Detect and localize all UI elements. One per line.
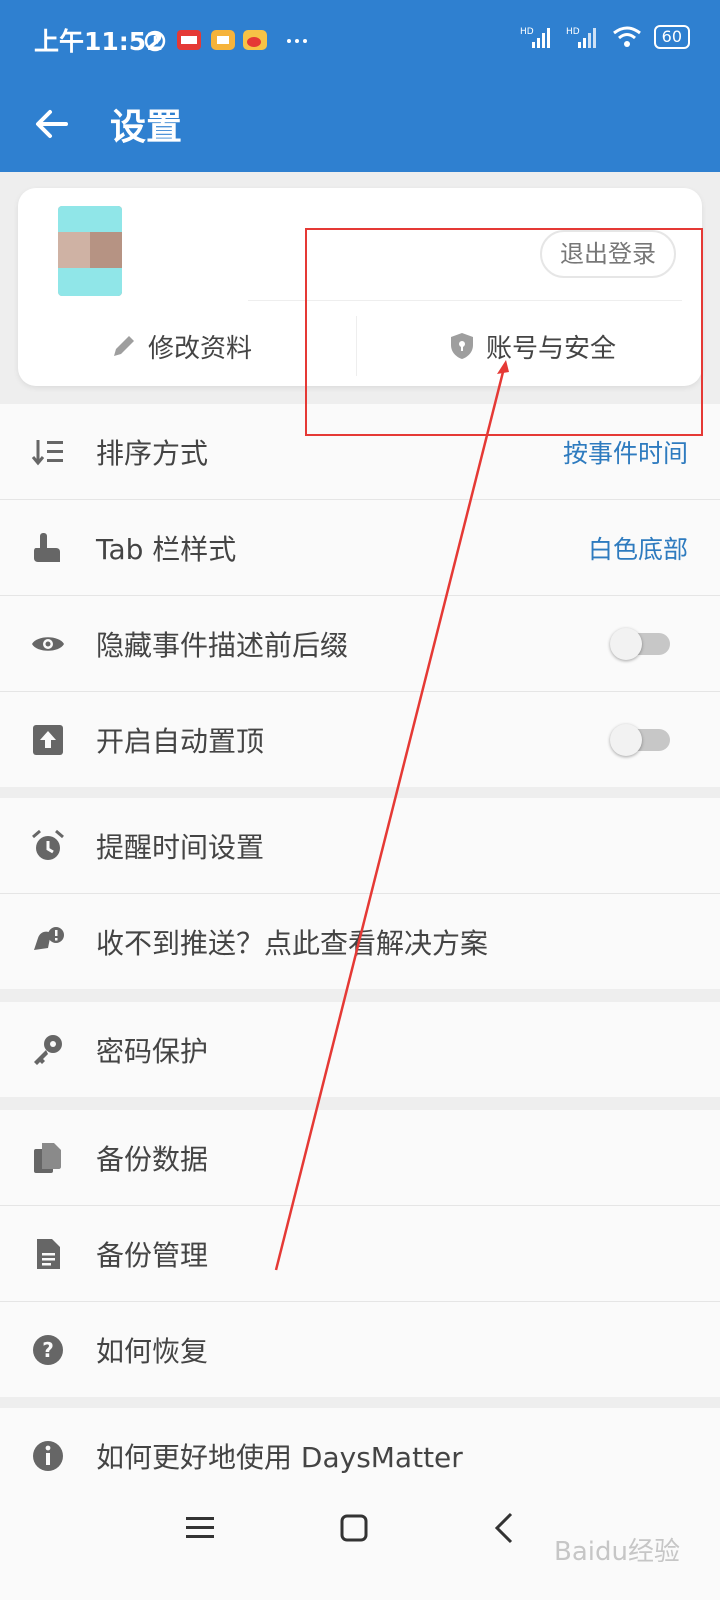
setting-label: 收不到推送？点此查看解决方案 bbox=[96, 927, 489, 960]
home-icon[interactable] bbox=[334, 1508, 374, 1548]
watermark: Baidu经验 bbox=[554, 1537, 680, 1567]
info-icon bbox=[33, 1441, 63, 1471]
setting-label: 如何恢复 bbox=[96, 1335, 209, 1368]
settings-group-reminders: 提醒时间设置 收不到推送？点此查看解决方案 bbox=[0, 798, 720, 989]
edit-profile-label: 修改资料 bbox=[148, 333, 253, 364]
card-vertical-divider bbox=[356, 316, 357, 376]
status-right-icons: HD HD 60 bbox=[520, 24, 690, 50]
setting-backup-manage[interactable]: 备份管理 bbox=[0, 1206, 720, 1302]
eye-icon bbox=[32, 637, 64, 651]
auto-top-toggle[interactable] bbox=[610, 724, 670, 756]
menu-icon[interactable] bbox=[180, 1508, 220, 1548]
back-icon[interactable] bbox=[486, 1508, 526, 1548]
avatar[interactable] bbox=[58, 206, 122, 296]
toggle-knob bbox=[610, 628, 642, 660]
settings-group-security: 密码保护 bbox=[0, 1002, 720, 1097]
wifi-icon bbox=[612, 26, 641, 47]
notification-alert-icon bbox=[34, 927, 64, 950]
settings-group-display: 排序方式 按事件时间 Tab 栏样式 白色底部 隐藏事件描述前后缀 开启自动置顶 bbox=[0, 404, 720, 787]
hd-signal-icon: HD bbox=[566, 27, 596, 48]
back-arrow-icon[interactable] bbox=[30, 102, 74, 146]
settings-group-backup: 备份数据 备份管理 ? 如何恢复 bbox=[0, 1110, 720, 1397]
page-title: 设置 bbox=[110, 107, 183, 148]
account-security-label: 账号与安全 bbox=[486, 333, 617, 364]
system-nav-bar: Baidu经验 bbox=[0, 1486, 720, 1600]
setting-value: 按事件时间 bbox=[562, 439, 688, 468]
svg-text:?: ? bbox=[42, 1338, 54, 1362]
setting-value: 白色底部 bbox=[587, 535, 688, 564]
toggle-knob bbox=[610, 724, 642, 756]
pencil-icon bbox=[114, 336, 134, 356]
hide-suffix-toggle[interactable] bbox=[610, 628, 670, 660]
hd-signal-icon: HD bbox=[520, 27, 550, 48]
setting-backup-data[interactable]: 备份数据 bbox=[0, 1110, 720, 1206]
alarm-clock-icon bbox=[32, 829, 64, 860]
setting-label: 提醒时间设置 bbox=[96, 831, 265, 864]
weibo-app-icon bbox=[243, 30, 267, 50]
key-icon bbox=[34, 1035, 62, 1065]
setting-label: 隐藏事件描述前后缀 bbox=[96, 629, 349, 662]
shield-icon bbox=[451, 333, 473, 359]
setting-label: Tab 栏样式 bbox=[96, 533, 237, 566]
setting-label: 备份数据 bbox=[96, 1143, 209, 1176]
setting-label: 如何更好地使用 DaysMatter bbox=[96, 1441, 463, 1474]
sort-icon bbox=[31, 440, 63, 466]
setting-tab-style[interactable]: Tab 栏样式 白色底部 bbox=[0, 500, 720, 596]
more-dots-icon bbox=[287, 39, 307, 43]
setting-password[interactable]: 密码保护 bbox=[0, 1002, 720, 1097]
edit-profile-button[interactable]: 修改资料 bbox=[110, 314, 252, 378]
setting-label: 开启自动置顶 bbox=[96, 725, 265, 758]
account-card: 退出登录 修改资料 账号与安全 bbox=[18, 188, 702, 386]
setting-sort-order[interactable]: 排序方式 按事件时间 bbox=[0, 404, 720, 500]
setting-remind-time[interactable]: 提醒时间设置 bbox=[0, 798, 720, 894]
setting-hide-suffix[interactable]: 隐藏事件描述前后缀 bbox=[0, 596, 720, 692]
setting-restore-help[interactable]: ? 如何恢复 bbox=[0, 1302, 720, 1397]
alarm-icon bbox=[144, 30, 166, 52]
document-icon bbox=[37, 1239, 60, 1269]
svg-text:HD: HD bbox=[520, 27, 534, 37]
battery-icon: 60 bbox=[653, 25, 690, 49]
setting-push-help[interactable]: 收不到推送？点此查看解决方案 bbox=[0, 894, 720, 989]
setting-auto-top[interactable]: 开启自动置顶 bbox=[0, 692, 720, 787]
app-bar: 设置 bbox=[0, 80, 720, 172]
logout-button[interactable]: 退出登录 bbox=[540, 230, 676, 278]
touch-icon bbox=[34, 533, 60, 562]
note-app-icon bbox=[211, 30, 235, 50]
setting-label: 备份管理 bbox=[96, 1239, 209, 1272]
setting-label: 排序方式 bbox=[96, 437, 209, 470]
help-circle-icon: ? bbox=[33, 1335, 63, 1365]
card-divider bbox=[248, 300, 682, 301]
pin-to-top-icon bbox=[33, 725, 63, 755]
account-security-button[interactable]: 账号与安全 bbox=[448, 314, 616, 378]
status-bar: 上午11:52 HD HD 60 bbox=[0, 0, 720, 80]
copy-icon bbox=[34, 1143, 61, 1173]
svg-text:HD: HD bbox=[566, 27, 580, 37]
toutiao-app-icon bbox=[177, 30, 201, 50]
setting-label: 密码保护 bbox=[96, 1035, 209, 1068]
